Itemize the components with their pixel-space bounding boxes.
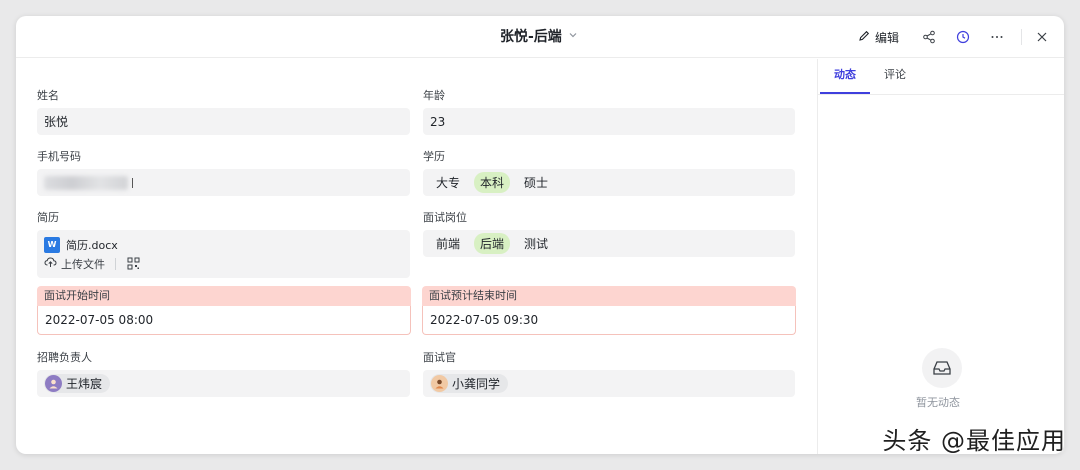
- close-icon[interactable]: [1028, 23, 1056, 51]
- education-option[interactable]: 硕士: [518, 172, 554, 193]
- watermark: 头条 @最佳应用: [882, 427, 1066, 455]
- field-recruiter: 招聘负责人 王炜宸: [37, 351, 410, 397]
- toolbar-divider: [1021, 29, 1022, 45]
- resume-attachment: W 简历.docx 上传文件: [37, 230, 410, 278]
- record-window: 张悦-后端 编辑 姓名 张悦 年龄 23 手机号码 学历 大专 本科 硕士 简历…: [16, 16, 1064, 454]
- interviewer-name: 小龚同学: [452, 377, 501, 391]
- position-option[interactable]: 前端: [430, 233, 466, 254]
- field-end-time: 面试预计结束时间 2022-07-05 09:30: [422, 286, 796, 335]
- record-fields: 姓名 张悦 年龄 23 手机号码 学历 大专 本科 硕士 简历 W 简历.doc…: [16, 59, 817, 454]
- resume-file-name: 简历.docx: [66, 238, 118, 252]
- recruiter-chip[interactable]: 王炜宸: [44, 374, 111, 393]
- field-label: 学历: [423, 150, 445, 163]
- phone-input[interactable]: [37, 169, 410, 196]
- resume-file[interactable]: W 简历.docx: [44, 236, 118, 253]
- activity-tabs: 动态 评论: [818, 59, 1064, 95]
- field-label: 招聘负责人: [37, 351, 92, 364]
- tab-comments[interactable]: 评论: [870, 58, 920, 94]
- position-options: 前端 后端 测试: [423, 230, 795, 257]
- edit-label: 编辑: [874, 30, 899, 45]
- education-options: 大专 本科 硕士: [423, 169, 795, 196]
- field-label: 面试预计结束时间: [422, 286, 796, 306]
- word-doc-icon: W: [44, 236, 60, 253]
- titlebar: 张悦-后端 编辑: [16, 16, 1064, 58]
- end-time-input[interactable]: 2022-07-05 09:30: [422, 306, 796, 335]
- field-age: 年龄 23: [423, 89, 795, 135]
- field-phone: 手机号码: [37, 150, 410, 196]
- field-label: 简历: [37, 211, 59, 224]
- redacted-phone: [44, 175, 128, 190]
- field-label: 姓名: [37, 89, 59, 102]
- qr-code-icon[interactable]: [126, 257, 140, 271]
- education-option-selected[interactable]: 本科: [474, 172, 511, 193]
- name-value: 张悦: [44, 115, 69, 129]
- history-clock-icon[interactable]: [949, 23, 977, 51]
- field-interviewer: 面试官 小龚同学: [423, 351, 795, 397]
- recruiter-picker[interactable]: 王炜宸: [37, 370, 410, 397]
- field-label: 面试岗位: [423, 211, 467, 224]
- field-name: 姓名 张悦: [37, 89, 410, 135]
- field-label: 年龄: [423, 89, 445, 102]
- end-time-value: 2022-07-05 09:30: [430, 313, 539, 327]
- field-position: 面试岗位 前端 后端 测试: [423, 211, 795, 257]
- field-label: 手机号码: [37, 150, 81, 163]
- avatar: [45, 375, 62, 392]
- avatar: [431, 375, 448, 392]
- position-option-selected[interactable]: 后端: [474, 233, 511, 254]
- record-title-text: 张悦-后端: [500, 29, 562, 45]
- interviewer-picker[interactable]: 小龚同学: [423, 370, 795, 397]
- age-value: 23: [430, 114, 446, 129]
- record-title[interactable]: 张悦-后端: [500, 26, 578, 46]
- recruiter-name: 王炜宸: [66, 377, 103, 391]
- inbox-icon: [922, 348, 962, 388]
- field-start-time: 面试开始时间 2022-07-05 08:00: [37, 286, 411, 335]
- field-label: 面试官: [423, 351, 456, 364]
- start-time-value: 2022-07-05 08:00: [45, 313, 154, 327]
- upload-cloud-icon[interactable]: [44, 256, 57, 271]
- field-label: 面试开始时间: [37, 286, 411, 306]
- age-input[interactable]: 23: [423, 108, 795, 135]
- activity-panel: 动态 评论 暂无动态: [817, 59, 1064, 454]
- chevron-down-icon[interactable]: [568, 30, 578, 43]
- position-option[interactable]: 测试: [518, 233, 554, 254]
- field-education: 学历 大专 本科 硕士: [423, 150, 795, 196]
- upload-row: 上传文件: [44, 256, 140, 272]
- field-resume: 简历 W 简历.docx 上传文件: [37, 211, 410, 278]
- pencil-icon: [857, 29, 871, 46]
- empty-state-text: 暂无动态: [916, 396, 960, 409]
- divider: [115, 257, 116, 270]
- text-cursor: [132, 177, 133, 188]
- edit-button[interactable]: 编辑: [857, 29, 899, 46]
- education-option[interactable]: 大专: [430, 172, 466, 193]
- more-icon[interactable]: [983, 23, 1011, 51]
- interviewer-chip[interactable]: 小龚同学: [430, 374, 509, 393]
- toolbar-actions: 编辑: [857, 16, 1064, 58]
- start-time-input[interactable]: 2022-07-05 08:00: [37, 306, 411, 335]
- tab-activity[interactable]: 动态: [820, 58, 870, 94]
- name-input[interactable]: 张悦: [37, 108, 410, 135]
- upload-file-button[interactable]: 上传文件: [61, 256, 105, 272]
- share-icon[interactable]: [915, 23, 943, 51]
